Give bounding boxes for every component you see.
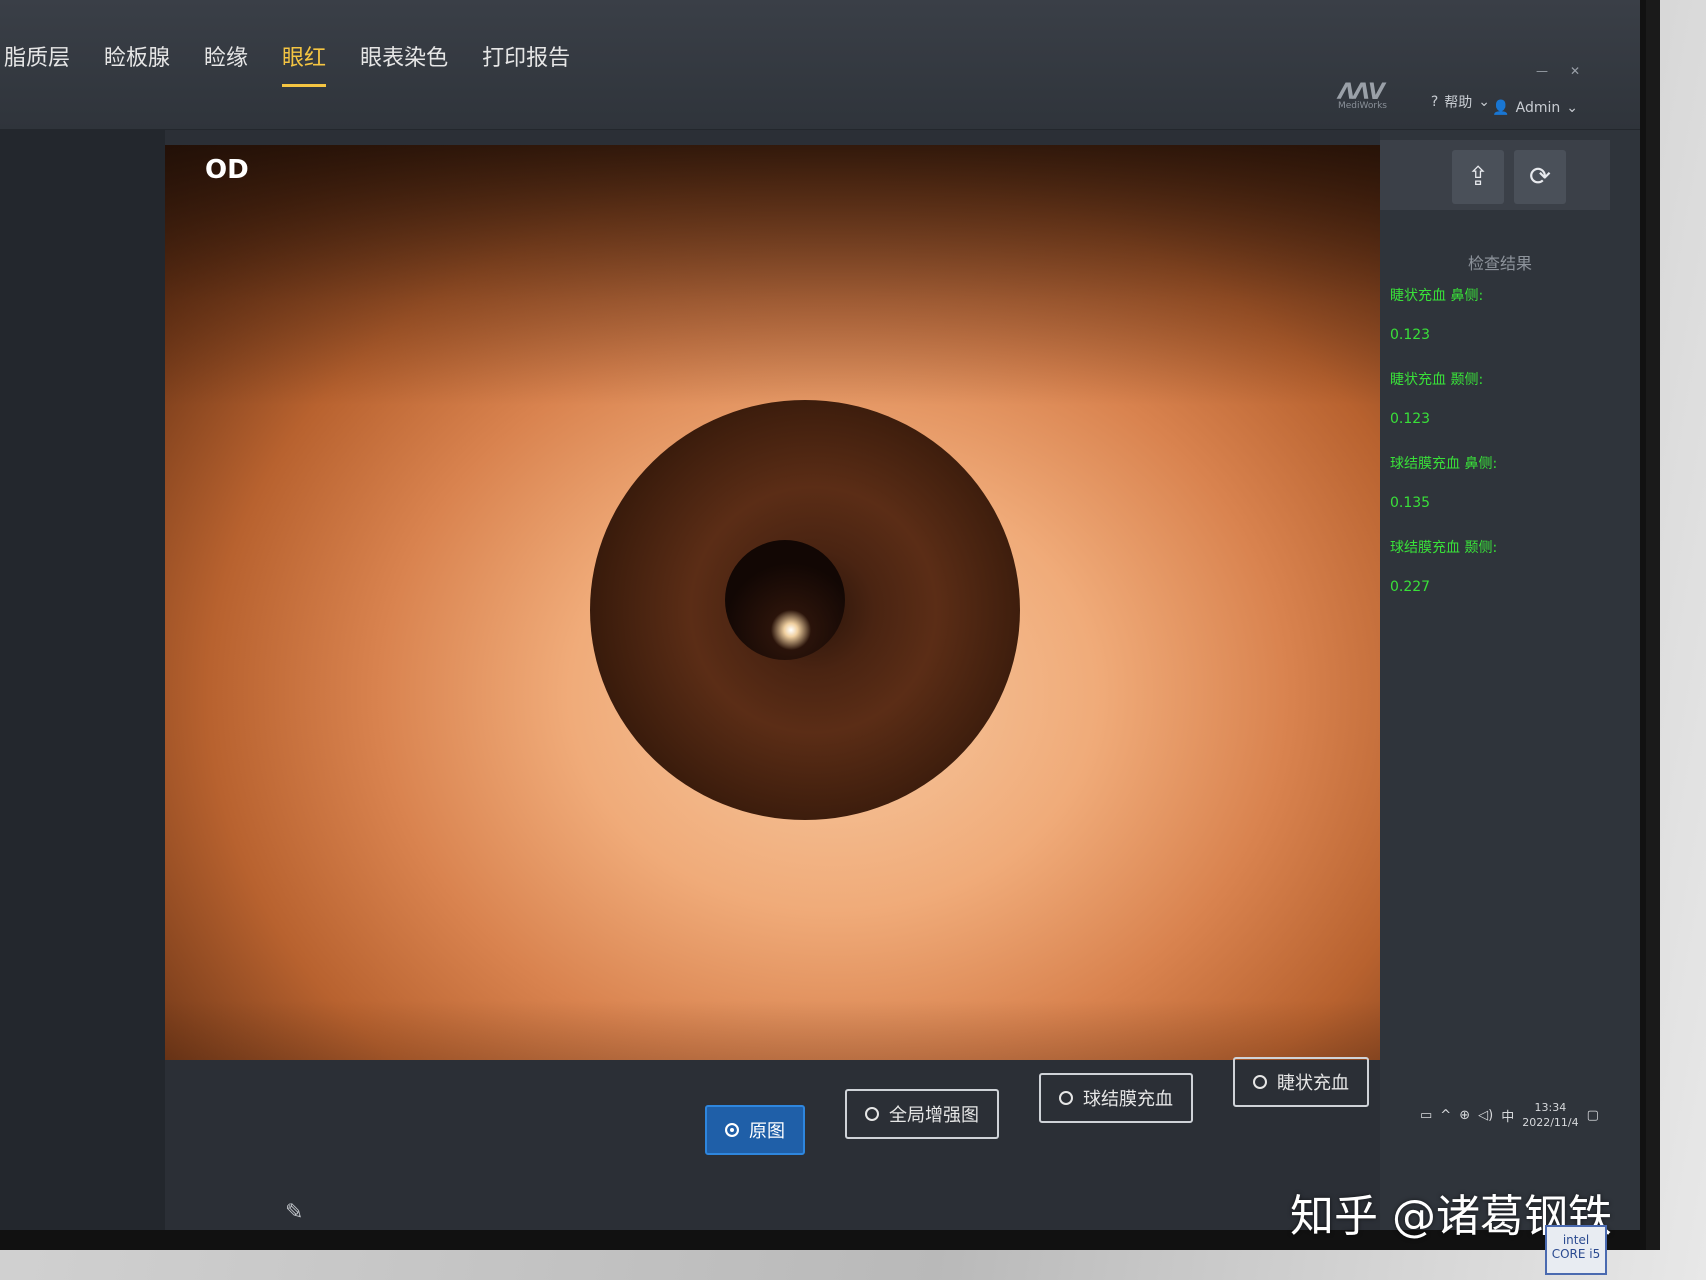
user-menu[interactable]: 👤 Admin ⌄ [1492,100,1578,116]
tab-meibomian-gland[interactable]: 睑板腺 [104,40,170,87]
chevron-down-icon: ⌄ [1566,100,1578,116]
top-nav-bar: 脂质层 睑板腺 睑缘 眼红 眼表染色 打印报告 ΛΛV MediWorks ? … [0,0,1640,130]
results-panel: ⇪ ⟳ 检查结果 睫状充血 鼻侧: 0.123 睫状充血 颞侧: 0.123 球… [1380,130,1640,1230]
left-sidebar [0,130,165,1230]
eye-pupil [725,540,845,660]
tab-lid-margin[interactable]: 睑缘 [204,40,248,87]
close-icon[interactable]: ✕ [1570,64,1580,78]
mode-ciliary-hyperemia-button[interactable]: 睫状充血 [1233,1057,1369,1107]
view-mode-group: 原图 全局增强图 球结膜充血 睫状充血 [705,1057,1369,1155]
tab-strip: 脂质层 睑板腺 睑缘 眼红 眼表染色 打印报告 [0,40,570,87]
mode-label: 原图 [749,1121,785,1142]
result-value: 0.135 [1390,495,1431,511]
user-name: Admin [1515,100,1561,116]
mode-original-button[interactable]: 原图 [705,1105,805,1155]
clock[interactable]: 13:34 2022/11/4 [1522,1100,1578,1131]
help-label: 帮助 [1444,95,1473,111]
mode-label: 球结膜充血 [1083,1089,1173,1110]
user-icon: 👤 [1492,100,1510,116]
result-label: 球结膜充血 颞侧: [1390,540,1498,556]
tab-lipid-layer[interactable]: 脂质层 [4,40,70,87]
result-label: 睫状充血 鼻侧: [1390,288,1484,304]
brand-logo: ΛΛV MediWorks [1338,80,1400,116]
volume-icon[interactable]: ◁) [1478,1108,1493,1123]
help-menu[interactable]: ? 帮助 ⌄ [1431,92,1490,112]
mode-conjunctival-hyperemia-button[interactable]: 球结膜充血 [1039,1073,1193,1123]
result-value: 0.227 [1390,579,1431,595]
eye-image-viewer[interactable]: OD [165,145,1380,1200]
results-list: 睫状充血 鼻侧: 0.123 睫状充血 颞侧: 0.123 球结膜充血 鼻侧: … [1390,285,1497,621]
refresh-icon: ⟳ [1529,162,1551,192]
chevron-down-icon: ⌄ [1478,94,1490,110]
brand-name: MediWorks [1338,101,1387,111]
radio-empty-icon [865,1107,879,1121]
image-toolbar: ⇪ ⟳ [1380,140,1610,210]
eye-side-label: OD [205,155,249,185]
upper-lashes-shading [165,145,1380,405]
system-tray: ▭ ^ ⊕ ◁) 中 13:34 2022/11/4 ▢ [1420,1100,1599,1131]
tab-eye-redness[interactable]: 眼红 [282,40,327,87]
help-icon: ? [1430,94,1439,110]
bottom-toolbar: 原图 全局增强图 球结膜充血 睫状充血 ✎ [165,1057,1380,1230]
notification-icon[interactable]: ▢ [1587,1108,1599,1123]
mode-label: 睫状充血 [1277,1073,1349,1094]
radio-selected-icon [725,1123,739,1137]
upload-button[interactable]: ⇪ [1452,150,1504,204]
tab-print-report[interactable]: 打印报告 [482,40,570,87]
app-window: 脂质层 睑板腺 睑缘 眼红 眼表染色 打印报告 ΛΛV MediWorks ? … [0,0,1640,1230]
intel-badge: intel CORE i5 [1545,1225,1607,1275]
minimize-icon[interactable]: — [1536,64,1548,78]
network-icon[interactable]: ⊕ [1459,1108,1470,1123]
result-label: 球结膜充血 鼻侧: [1390,456,1498,472]
keyboard-icon[interactable]: ▭ [1420,1108,1432,1123]
ime-indicator[interactable]: 中 [1501,1106,1514,1125]
refresh-button[interactable]: ⟳ [1514,150,1566,204]
results-title: 检查结果 [1468,254,1533,273]
mode-global-enhanced-button[interactable]: 全局增强图 [845,1089,999,1139]
tab-ocular-surface-staining[interactable]: 眼表染色 [360,40,448,87]
pencil-icon[interactable]: ✎ [285,1200,303,1225]
result-value: 0.123 [1390,327,1431,343]
radio-empty-icon [1253,1075,1267,1089]
chevron-up-icon[interactable]: ^ [1440,1108,1451,1123]
monitor: 脂质层 睑板腺 睑缘 眼红 眼表染色 打印报告 ΛΛV MediWorks ? … [0,0,1660,1250]
mode-label: 全局增强图 [889,1105,979,1126]
radio-empty-icon [1059,1091,1073,1105]
upload-icon: ⇪ [1467,162,1489,192]
clock-date: 2022/11/4 [1522,1116,1579,1130]
result-value: 0.123 [1390,411,1431,427]
result-label: 睫状充血 颞侧: [1390,372,1484,388]
clock-time: 13:34 [1534,1101,1567,1114]
